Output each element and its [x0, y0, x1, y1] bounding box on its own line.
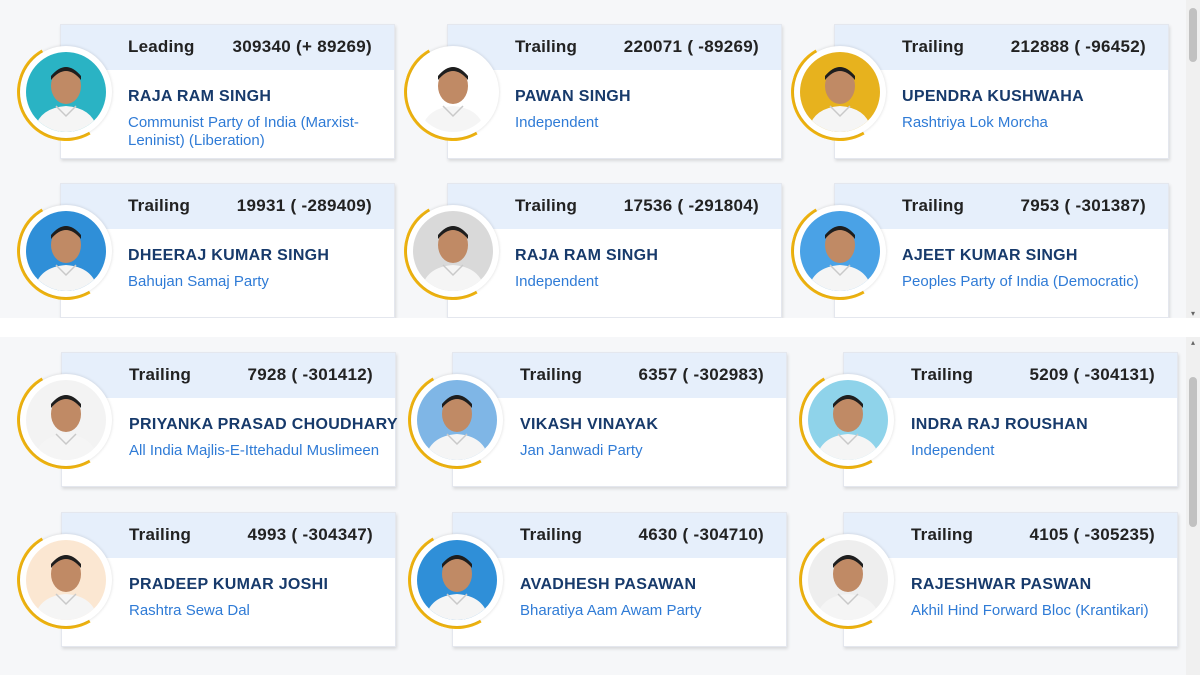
candidate-avatar — [20, 46, 112, 138]
candidate-name[interactable]: DHEERAJ KUMAR SINGH — [128, 247, 329, 265]
candidate-name[interactable]: VIKASH VINAYAK — [520, 416, 658, 434]
panel-divider — [0, 318, 1200, 337]
card-header: Trailing 4993 ( -304347) — [62, 513, 395, 558]
candidate-photo-icon — [417, 380, 497, 460]
card-header: Trailing 7928 ( -301412) — [62, 353, 395, 398]
party-name[interactable]: All India Majlis-E-Ittehadul Muslimeen — [129, 442, 389, 460]
result-status: Trailing — [515, 196, 578, 215]
vote-count: 7928 ( -301412) — [247, 365, 373, 384]
vote-count: 17536 ( -291804) — [623, 196, 759, 215]
candidate-panel-top: Leading 309340 (+ 89269) RAJA RAM SINGH Com… — [0, 0, 1200, 318]
candidate-photo-icon — [413, 52, 493, 132]
party-name[interactable]: Jan Janwadi Party — [520, 442, 780, 460]
vote-count: 212888 ( -96452) — [1010, 37, 1146, 56]
candidate-name[interactable]: RAJA RAM SINGH — [515, 247, 658, 265]
result-status: Trailing — [911, 525, 974, 544]
candidate-name[interactable]: AVADHESH PASAWAN — [520, 576, 696, 594]
party-name[interactable]: Peoples Party of India (Democratic) — [902, 273, 1162, 291]
candidate-photo-icon — [808, 380, 888, 460]
candidate-avatar — [20, 534, 112, 626]
candidate-name[interactable]: AJEET KUMAR SINGH — [902, 247, 1078, 265]
vote-count: 4993 ( -304347) — [247, 525, 373, 544]
card-header: Trailing 7953 ( -301387) — [835, 184, 1168, 229]
candidate-photo-icon — [26, 52, 106, 132]
scrollbar-bottom[interactable]: ▴ — [1186, 337, 1200, 675]
result-status: Trailing — [129, 365, 192, 384]
card-header: Trailing 19931 ( -289409) — [61, 184, 394, 229]
candidate-name[interactable]: INDRA RAJ ROUSHAN — [911, 416, 1088, 434]
candidate-avatar — [411, 374, 503, 466]
result-status: Trailing — [128, 196, 191, 215]
party-name[interactable]: Bahujan Samaj Party — [128, 273, 388, 291]
result-status: Trailing — [902, 196, 965, 215]
candidate-name[interactable]: PAWAN SINGH — [515, 88, 631, 106]
party-name[interactable]: Rashtra Sewa Dal — [129, 602, 389, 620]
result-status: Trailing — [520, 365, 583, 384]
party-name[interactable]: Independent — [515, 114, 775, 132]
candidate-name[interactable]: PRIYANKA PRASAD CHOUDHARY — [129, 416, 398, 434]
party-name[interactable]: Bharatiya Aam Awam Party — [520, 602, 780, 620]
candidate-name[interactable]: RAJA RAM SINGH — [128, 88, 271, 106]
card-header: Trailing 4105 ( -305235) — [844, 513, 1177, 558]
vote-count: 7953 ( -301387) — [1020, 196, 1146, 215]
candidate-photo-icon — [800, 52, 880, 132]
scroll-down-arrow-icon[interactable]: ▾ — [1189, 310, 1197, 318]
party-name[interactable]: Independent — [515, 273, 775, 291]
party-name[interactable]: Communist Party of India (Marxist-Lenini… — [128, 114, 388, 150]
result-status: Trailing — [129, 525, 192, 544]
card-header: Trailing 17536 ( -291804) — [448, 184, 781, 229]
party-name[interactable]: Rashtriya Lok Morcha — [902, 114, 1162, 132]
card-header: Trailing 212888 ( -96452) — [835, 25, 1168, 70]
candidate-avatar — [407, 205, 499, 297]
card-header: Trailing 220071 ( -89269) — [448, 25, 781, 70]
candidate-avatar — [794, 46, 886, 138]
vote-count: 6357 ( -302983) — [638, 365, 764, 384]
candidate-name[interactable]: UPENDRA KUSHWAHA — [902, 88, 1084, 106]
party-name[interactable]: Akhil Hind Forward Bloc (Krantikari) — [911, 602, 1171, 620]
candidate-photo-icon — [26, 380, 106, 460]
candidate-avatar — [407, 46, 499, 138]
candidate-photo-icon — [413, 211, 493, 291]
scroll-up-arrow-icon[interactable]: ▴ — [1189, 339, 1197, 347]
result-status: Trailing — [515, 37, 578, 56]
card-header: Trailing 5209 ( -304131) — [844, 353, 1177, 398]
result-status: Trailing — [520, 525, 583, 544]
candidate-name[interactable]: RAJESHWAR PASWAN — [911, 576, 1092, 594]
card-header: Leading 309340 (+ 89269) — [61, 25, 394, 70]
candidate-photo-icon — [808, 540, 888, 620]
candidate-panel-bottom: Trailing 7928 ( -301412) PRIYANKA PRASAD C… — [0, 337, 1200, 675]
candidate-avatar — [20, 374, 112, 466]
vote-count: 5209 ( -304131) — [1029, 365, 1155, 384]
vote-count: 19931 ( -289409) — [236, 196, 372, 215]
candidate-name[interactable]: PRADEEP KUMAR JOSHI — [129, 576, 328, 594]
candidate-photo-icon — [417, 540, 497, 620]
vote-count: 220071 ( -89269) — [623, 37, 759, 56]
candidate-avatar — [794, 205, 886, 297]
result-status: Trailing — [911, 365, 974, 384]
scrollbar-thumb[interactable] — [1189, 377, 1197, 527]
result-status: Leading — [128, 37, 195, 56]
result-status: Trailing — [902, 37, 965, 56]
candidate-avatar — [802, 534, 894, 626]
candidate-photo-icon — [26, 211, 106, 291]
candidate-photo-icon — [26, 540, 106, 620]
candidate-avatar — [802, 374, 894, 466]
card-header: Trailing 6357 ( -302983) — [453, 353, 786, 398]
vote-count: 309340 (+ 89269) — [232, 37, 372, 56]
party-name[interactable]: Independent — [911, 442, 1171, 460]
scrollbar-top[interactable]: ▾ — [1186, 0, 1200, 318]
candidate-photo-icon — [800, 211, 880, 291]
scrollbar-thumb[interactable] — [1189, 8, 1197, 62]
card-header: Trailing 4630 ( -304710) — [453, 513, 786, 558]
candidate-avatar — [411, 534, 503, 626]
candidate-avatar — [20, 205, 112, 297]
vote-count: 4105 ( -305235) — [1029, 525, 1155, 544]
vote-count: 4630 ( -304710) — [638, 525, 764, 544]
